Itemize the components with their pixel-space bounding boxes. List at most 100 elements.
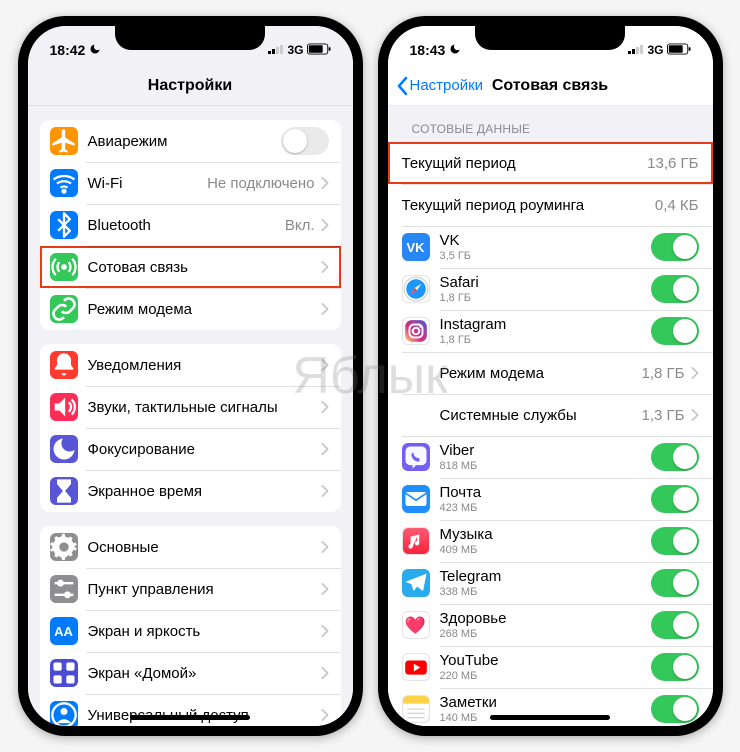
app-data-row[interactable]: ❤️Здоровье268 МБ [388,604,713,646]
section-header-cellular-data: СОТОВЫЕ ДАННЫЕ [388,106,713,142]
settings-row[interactable]: Уведомления [40,344,341,386]
network-label: 3G [647,43,663,57]
toggle-switch[interactable] [651,569,699,597]
notch [475,26,625,50]
app-data-row[interactable]: Instagram1,8 ГБ [388,310,713,352]
row-sub: 1,8 ГБ [440,334,651,346]
settings-row[interactable]: Режим модема [40,288,341,330]
row-label: Экранное время [88,483,321,500]
settings-row[interactable]: Bluetooth Вкл. [40,204,341,246]
row-sub: 338 МБ [440,586,651,598]
group-general: Основные Пункт управления AA Экран и ярк… [40,526,341,726]
toggle-switch[interactable] [651,275,699,303]
row-sub: 1,8 ГБ [440,292,651,304]
settings-row[interactable]: Звуки, тактильные сигналы [40,386,341,428]
telegram-icon [402,569,430,597]
back-button[interactable]: Настройки [396,76,484,96]
mail-icon [402,485,430,513]
toggle-switch[interactable] [651,485,699,513]
app-data-row[interactable]: VKVK3,5 ГБ [388,226,713,268]
page-title: Сотовая связь [492,77,608,95]
settings-list[interactable]: Авиарежим Wi-Fi Не подключено Bluetooth … [28,106,353,726]
signal-icon [268,43,284,57]
instagram-icon [402,317,430,345]
app-data-row[interactable]: Заметки140 МБ [388,688,713,726]
toggle-switch[interactable] [281,127,329,155]
moon-icon [50,435,78,463]
row-label: Авиарежим [88,133,281,150]
app-data-row[interactable]: Системные службы1,3 ГБ [388,394,713,436]
group-notifications: Уведомления Звуки, тактильные сигналы Фо… [40,344,341,512]
group-connectivity: Авиарежим Wi-Fi Не подключено Bluetooth … [40,120,341,330]
row-detail: 0,4 КБ [655,197,699,214]
row-detail: 1,3 ГБ [642,407,685,424]
chevron-icon [321,541,329,553]
settings-row[interactable]: Wi-Fi Не подключено [40,162,341,204]
settings-row[interactable]: Основные [40,526,341,568]
home-indicator[interactable] [130,715,250,720]
screen-cellular: 18:43 3G Настройки Сотовая связь СОТОВЫЕ… [388,26,713,726]
row-label: VK [440,232,651,249]
toggle-switch[interactable] [651,527,699,555]
dnd-moon-icon [89,42,101,58]
toggle-switch[interactable] [651,317,699,345]
summary-row[interactable]: Текущий период роуминга 0,4 КБ [388,184,713,226]
settings-row[interactable]: Экранное время [40,470,341,512]
vk-icon: VK [402,233,430,261]
app-data-row[interactable]: Режим модема1,8 ГБ [388,352,713,394]
chevron-icon [321,359,329,371]
settings-row[interactable]: Универсальный доступ [40,694,341,726]
chevron-icon [321,219,329,231]
app-data-row[interactable]: Safari1,8 ГБ [388,268,713,310]
row-sub: 423 МБ [440,502,651,514]
row-detail: Не подключено [207,175,314,192]
nav-bar: Настройки Сотовая связь [388,66,713,106]
app-data-row[interactable]: Музыка409 МБ [388,520,713,562]
aa-icon: AA [50,617,78,645]
chevron-icon [691,367,699,379]
row-detail: 1,8 ГБ [642,365,685,382]
chevron-icon [321,443,329,455]
row-label: Фокусирование [88,441,321,458]
home-indicator[interactable] [490,715,610,720]
person-icon [50,701,78,726]
row-label: Safari [440,274,651,291]
row-label: Пункт управления [88,581,321,598]
chevron-icon [321,303,329,315]
row-label: Instagram [440,316,651,333]
row-label: YouTube [440,652,651,669]
toggle-switch[interactable] [651,653,699,681]
back-label: Настройки [410,77,484,94]
app-data-row[interactable]: Почта423 МБ [388,478,713,520]
airplane-icon [50,127,78,155]
toggle-switch[interactable] [651,695,699,723]
chevron-icon [321,667,329,679]
toggle-switch[interactable] [651,443,699,471]
row-label: Здоровье [440,610,651,627]
settings-row[interactable]: Сотовая связь [40,246,341,288]
cellular-list[interactable]: СОТОВЫЕ ДАННЫЕ Текущий период 13,6 ГБТек… [388,106,713,726]
row-label: Экран и яркость [88,623,321,640]
speaker-icon [50,393,78,421]
settings-row[interactable]: Экран «Домой» [40,652,341,694]
settings-row[interactable]: Фокусирование [40,428,341,470]
app-data-row[interactable]: Telegram338 МБ [388,562,713,604]
chevron-icon [691,409,699,421]
settings-row[interactable]: AA Экран и яркость [40,610,341,652]
toggle-switch[interactable] [651,611,699,639]
row-sub: 3,5 ГБ [440,250,651,262]
phone-left: 18:42 3G Настройки Авиарежим Wi-Fi Не по… [18,16,363,736]
dnd-moon-icon [449,42,461,58]
settings-row[interactable]: Пункт управления [40,568,341,610]
row-label: Сотовая связь [88,259,321,276]
row-sub: 409 МБ [440,544,651,556]
app-data-row[interactable]: YouTube220 МБ [388,646,713,688]
battery-icon [307,43,331,58]
app-data-row[interactable]: Viber818 МБ [388,436,713,478]
summary-row[interactable]: Текущий период 13,6 ГБ [388,142,713,184]
row-label: Bluetooth [88,217,285,234]
chevron-icon [321,583,329,595]
settings-row[interactable]: Авиарежим [40,120,341,162]
row-sub: 220 МБ [440,670,651,682]
toggle-switch[interactable] [651,233,699,261]
